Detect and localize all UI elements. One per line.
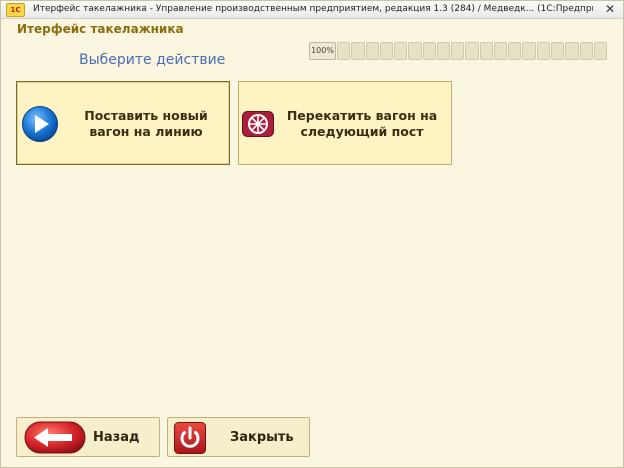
- progress-segment: [579, 42, 593, 60]
- form-title: Итерфейс такелажника: [17, 22, 184, 36]
- power-icon: [174, 422, 206, 454]
- progress-segment: [422, 42, 436, 60]
- progress-segment: [536, 42, 550, 60]
- choose-action-label: Выберите действие: [79, 52, 226, 68]
- progress-segment: [508, 42, 522, 60]
- progress-segment: [365, 42, 379, 60]
- progress-segment: [593, 42, 608, 60]
- progress-segment: [451, 42, 465, 60]
- put-new-wagon-label: Поставить новый вагон на линию: [84, 108, 208, 139]
- progress-percent: 100%: [309, 42, 336, 60]
- roll-wagon-label: Перекатить вагон на следующий пост: [286, 108, 438, 139]
- wheel-icon: [242, 111, 274, 137]
- progress-segment: [522, 42, 536, 60]
- progress-segment: [351, 42, 365, 60]
- app-window: 1С Итерфейс такелажника - Управление про…: [0, 0, 624, 468]
- progress-segment: [465, 42, 479, 60]
- progress-segment: [550, 42, 565, 60]
- progress-segment: [565, 42, 579, 60]
- progress-segment: [394, 42, 408, 60]
- progress-segment: [493, 42, 508, 60]
- progress-bar: 100%: [309, 42, 608, 60]
- progress-segment: [408, 42, 422, 60]
- close-label: Закрыть: [230, 430, 294, 445]
- progress-segment: [337, 42, 351, 60]
- roll-wagon-next-post-button[interactable]: Перекатить вагон на следующий пост: [238, 81, 452, 165]
- window-title: Итерфейс такелажника - Управление произв…: [33, 4, 593, 14]
- back-arrow-icon: [24, 421, 86, 454]
- close-button[interactable]: Закрыть: [167, 417, 310, 457]
- back-button[interactable]: Назад: [16, 417, 160, 457]
- progress-segment: [379, 42, 394, 60]
- progress-segment: [436, 42, 451, 60]
- play-icon: [22, 106, 58, 142]
- close-window-icon[interactable]: ✕: [605, 1, 615, 17]
- app-logo-icon: 1С: [6, 3, 25, 17]
- window-titlebar[interactable]: 1С Итерфейс такелажника - Управление про…: [1, 1, 623, 19]
- progress-segment: [479, 42, 493, 60]
- put-new-wagon-button[interactable]: Поставить новый вагон на линию: [16, 81, 230, 165]
- back-label: Назад: [93, 430, 140, 445]
